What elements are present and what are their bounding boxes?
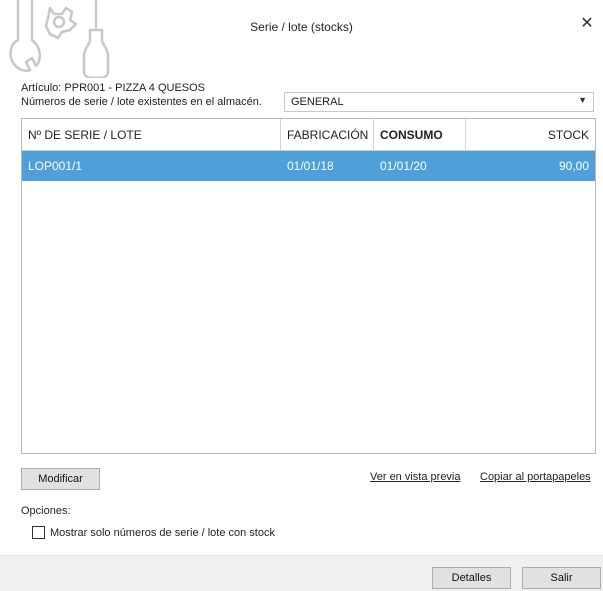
stock-only-option[interactable]: Mostrar solo números de serie / lote con… [32,526,275,539]
article-label: Artículo: PPR001 - PIZZA 4 QUESOS [21,82,206,94]
warehouse-select[interactable]: GENERAL ▼ [284,92,594,112]
cell-stock: 90,00 [558,159,589,173]
exit-button[interactable]: Salir [522,567,601,589]
window-title: Serie / lote (stocks) [250,20,353,34]
copy-clipboard-link[interactable]: Copiar al portapapeles [480,471,591,483]
stock-only-label[interactable]: Mostrar solo números de serie / lote con… [50,527,275,539]
table-row[interactable]: LOP001/1 01/01/18 01/01/20 90,00 [22,151,595,181]
cell-consumption: 01/01/20 [380,159,427,173]
column-header-stock[interactable]: STOCK [466,119,595,150]
cell-serial: LOP001/1 [28,159,83,173]
close-icon[interactable]: ✕ [577,14,597,34]
preview-link[interactable]: Ver en vista previa [370,471,461,483]
warehouse-label: Números de serie / lote existentes en el… [21,96,262,108]
modify-button[interactable]: Modificar [21,468,100,490]
details-button[interactable]: Detalles [432,567,511,589]
column-header-serial[interactable]: Nº DE SERIE / LOTE [22,119,281,150]
stock-only-checkbox[interactable] [32,526,45,539]
serial-lot-grid[interactable]: Nº DE SERIE / LOTE FABRICACIÓN CONSUMO S… [21,118,596,454]
cell-manufacture: 01/01/18 [287,159,334,173]
chevron-down-icon[interactable]: ▼ [578,95,587,105]
tools-logo-icon [9,0,110,78]
column-header-consumption[interactable]: CONSUMO [374,119,466,150]
grid-header: Nº DE SERIE / LOTE FABRICACIÓN CONSUMO S… [22,119,595,151]
dialog-footer [0,555,603,591]
column-header-manufacture[interactable]: FABRICACIÓN [281,119,374,150]
options-heading: Opciones: [21,505,71,517]
warehouse-select-value: GENERAL [291,96,344,108]
